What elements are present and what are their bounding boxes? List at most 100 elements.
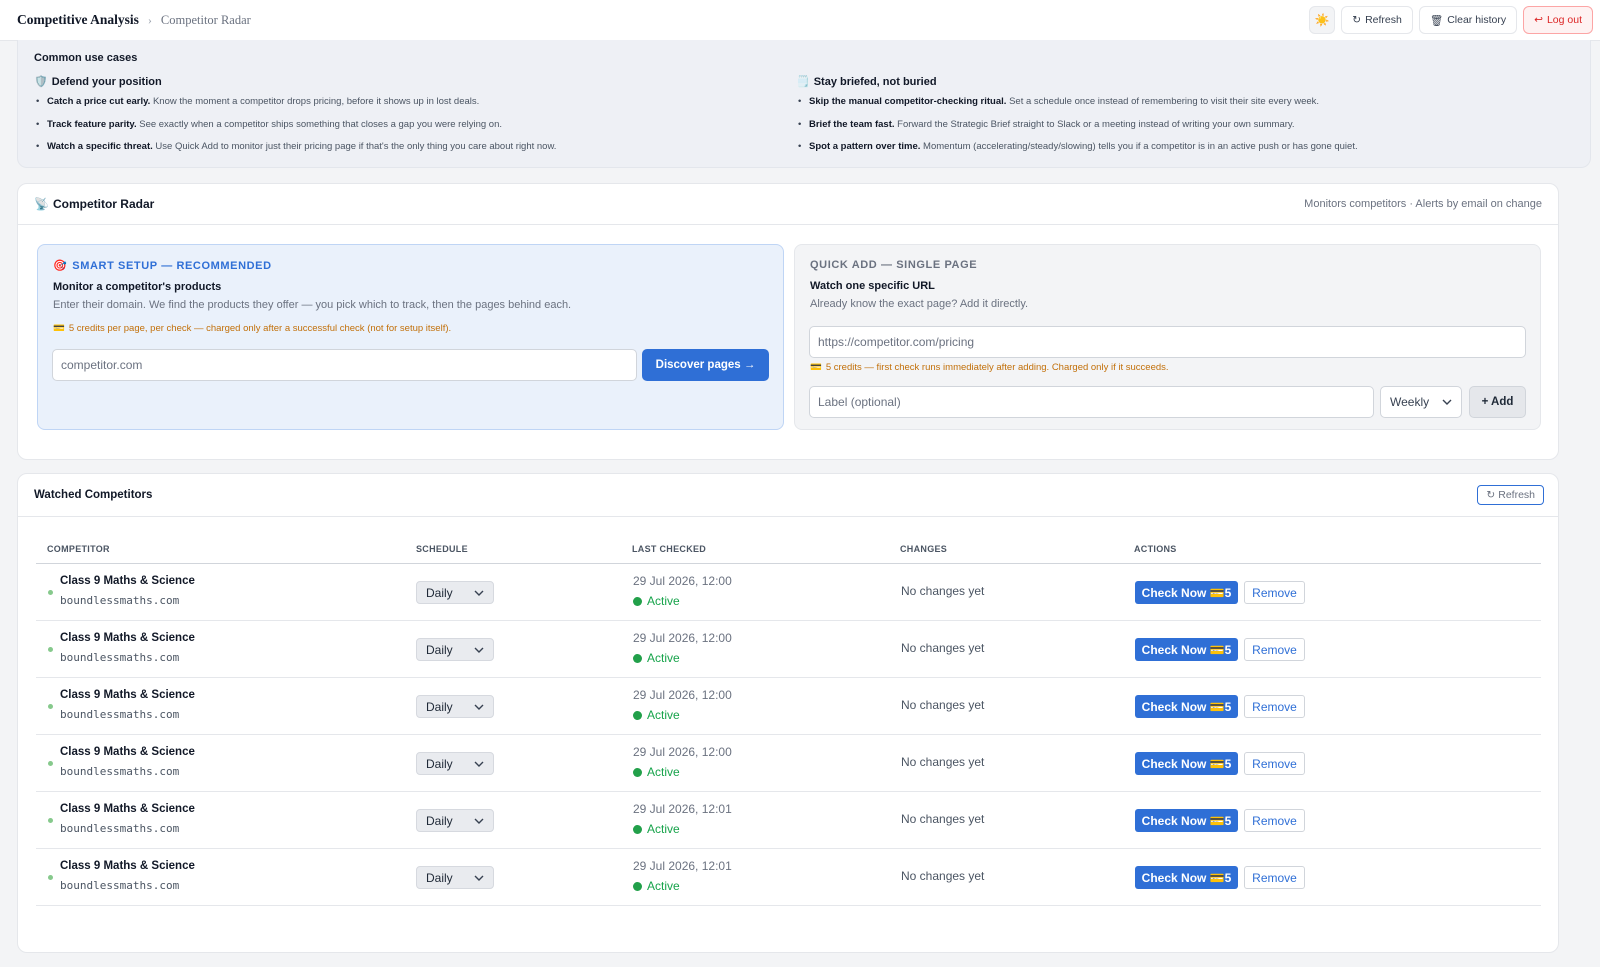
- schedule-select[interactable]: Weekly: [1380, 386, 1462, 418]
- schedule-select[interactable]: Daily: [416, 695, 494, 718]
- check-now-button[interactable]: Check Now 💳5: [1135, 581, 1238, 604]
- status-badge: Active: [633, 651, 680, 665]
- sun-icon: ☀️: [1314, 13, 1330, 27]
- remove-button[interactable]: Remove: [1244, 809, 1305, 832]
- active-dot-icon: [633, 881, 642, 891]
- remove-button[interactable]: Remove: [1244, 581, 1305, 604]
- refresh-button[interactable]: ↻ Refresh: [1341, 6, 1413, 34]
- schedule-select[interactable]: Daily: [416, 866, 494, 889]
- breadcrumb-current: Competitor Radar: [160, 12, 251, 27]
- logout-button[interactable]: ↩ Log out: [1523, 6, 1593, 34]
- breadcrumb-separator: ›: [147, 12, 152, 27]
- competitor-name: Class 9 Maths & Science: [60, 575, 195, 587]
- changes-text: No changes yet: [901, 698, 985, 712]
- breadcrumb-root[interactable]: Competitive Analysis: [17, 12, 139, 28]
- competitor-name: Class 9 Maths & Science: [60, 803, 195, 815]
- smart-setup-kicker: 🎯 SMART SETUP — RECOMMENDED: [53, 259, 272, 273]
- status-dot: [48, 647, 53, 652]
- list-item: Brief the team fast. Forward the Strateg…: [796, 118, 1576, 141]
- schedule-select[interactable]: Daily: [416, 581, 494, 604]
- table-row: Class 9 Maths & Science boundlessmaths.co…: [36, 792, 1541, 849]
- last-checked: 29 Jul 2026, 12:01: [633, 859, 732, 873]
- check-now-button[interactable]: Check Now 💳5: [1135, 638, 1238, 661]
- refresh-icon: ↻: [1486, 489, 1496, 501]
- active-dot-icon: [633, 710, 642, 720]
- competitor-domain: boundlessmaths.com: [60, 879, 180, 892]
- column-header-last-checked: LAST CHECKED: [632, 544, 707, 554]
- last-checked: 29 Jul 2026, 12:00: [633, 574, 732, 588]
- theme-toggle-button[interactable]: ☀️: [1309, 6, 1336, 34]
- status-dot: [48, 818, 53, 823]
- use-case-list: Catch a price cut early. Know the moment…: [34, 95, 774, 163]
- status-dot: [48, 590, 53, 595]
- url-input[interactable]: https://competitor.com/pricing: [809, 326, 1526, 358]
- table-refresh-button[interactable]: ↻ Refresh: [1477, 485, 1544, 505]
- changes-text: No changes yet: [901, 641, 985, 655]
- remove-button[interactable]: Remove: [1244, 638, 1305, 661]
- chevron-down-icon: [474, 818, 484, 824]
- credit-card-icon: 💳: [810, 362, 822, 373]
- chevron-down-icon: [474, 761, 484, 767]
- refresh-icon: ↻: [1352, 14, 1362, 26]
- domain-input[interactable]: competitor.com: [52, 349, 637, 381]
- list-item: Catch a price cut early. Know the moment…: [34, 95, 774, 118]
- trash-icon: 🗑: [1429, 14, 1444, 27]
- competitor-name: Class 9 Maths & Science: [60, 860, 195, 872]
- active-dot-icon: [633, 767, 642, 777]
- changes-text: No changes yet: [901, 755, 985, 769]
- last-checked: 29 Jul 2026, 12:00: [633, 631, 732, 645]
- discover-pages-button[interactable]: Discover pages →: [642, 349, 769, 381]
- credit-note: 💳 5 credits — first check runs immediatel…: [810, 362, 1169, 373]
- list-item: Skip the manual competitor-checking ritu…: [796, 95, 1576, 118]
- watched-competitors-card: Watched Competitors ↻ Refresh COMPETITOR …: [17, 473, 1559, 953]
- changes-text: No changes yet: [901, 869, 985, 883]
- check-now-button[interactable]: Check Now 💳5: [1135, 752, 1238, 775]
- shield-icon: 🛡️: [34, 76, 48, 88]
- schedule-select[interactable]: Daily: [416, 809, 494, 832]
- top-actions: ☀️ ↻ Refresh 🗑 Clear history ↩ Log out: [1309, 6, 1593, 34]
- competitor-domain: boundlessmaths.com: [60, 765, 180, 778]
- column-header-changes: CHANGES: [900, 544, 948, 554]
- competitor-domain: boundlessmaths.com: [60, 651, 180, 664]
- check-now-button[interactable]: Check Now 💳5: [1135, 809, 1238, 832]
- remove-button[interactable]: Remove: [1244, 695, 1305, 718]
- check-now-button[interactable]: Check Now 💳5: [1135, 866, 1238, 889]
- status-badge: Active: [633, 879, 680, 893]
- watched-title: Watched Competitors: [34, 489, 153, 501]
- status-badge: Active: [633, 594, 680, 608]
- notepad-icon: 🗒️: [796, 76, 810, 88]
- clear-history-label: Clear history: [1447, 14, 1507, 26]
- column-header-actions: ACTIONS: [1134, 544, 1177, 554]
- quick-add-desc: Already know the exact page? Add it dire…: [810, 298, 1029, 310]
- remove-button[interactable]: Remove: [1244, 866, 1305, 889]
- target-icon: 🎯: [53, 260, 68, 272]
- quick-add-kicker: QUICK ADD — SINGLE PAGE: [810, 259, 978, 271]
- competitor-name: Class 9 Maths & Science: [60, 689, 195, 701]
- status-dot: [48, 704, 53, 709]
- clear-history-button[interactable]: 🗑 Clear history: [1418, 6, 1518, 34]
- schedule-select[interactable]: Daily: [416, 752, 494, 775]
- label-input[interactable]: Label (optional): [809, 386, 1374, 418]
- use-case-heading: 🗒️ Stay briefed, not buried: [796, 75, 937, 89]
- top-bar: Competitive Analysis › Competitor Radar …: [0, 0, 1600, 41]
- smart-setup-title: Monitor a competitor's products: [53, 281, 222, 293]
- remove-button[interactable]: Remove: [1244, 752, 1305, 775]
- table-row: Class 9 Maths & Science boundlessmaths.co…: [36, 621, 1541, 678]
- table-body: Class 9 Maths & Science boundlessmaths.co…: [36, 564, 1541, 906]
- changes-text: No changes yet: [901, 812, 985, 826]
- competitor-radar-card: 📡 Competitor Radar Monitors competitors ·…: [17, 183, 1559, 460]
- quick-add-panel: QUICK ADD — SINGLE PAGE Watch one specif…: [794, 244, 1541, 430]
- table-header: COMPETITOR SCHEDULE LAST CHECKED CHANGES…: [36, 537, 1541, 564]
- add-button[interactable]: + Add: [1469, 386, 1526, 418]
- check-now-button[interactable]: Check Now 💳5: [1135, 695, 1238, 718]
- radar-subtitle: Monitors competitors · Alerts by email o…: [1304, 198, 1542, 210]
- logout-label: Log out: [1546, 14, 1582, 26]
- table-row: Class 9 Maths & Science boundlessmaths.co…: [36, 564, 1541, 621]
- status-badge: Active: [633, 822, 680, 836]
- smart-setup-panel: 🎯 SMART SETUP — RECOMMENDED Monitor a com…: [37, 244, 784, 430]
- active-dot-icon: [633, 653, 642, 663]
- active-dot-icon: [633, 596, 642, 606]
- schedule-select[interactable]: Daily: [416, 638, 494, 661]
- list-item: Spot a pattern over time. Momentum (acce…: [796, 140, 1576, 163]
- competitor-domain: boundlessmaths.com: [60, 594, 180, 607]
